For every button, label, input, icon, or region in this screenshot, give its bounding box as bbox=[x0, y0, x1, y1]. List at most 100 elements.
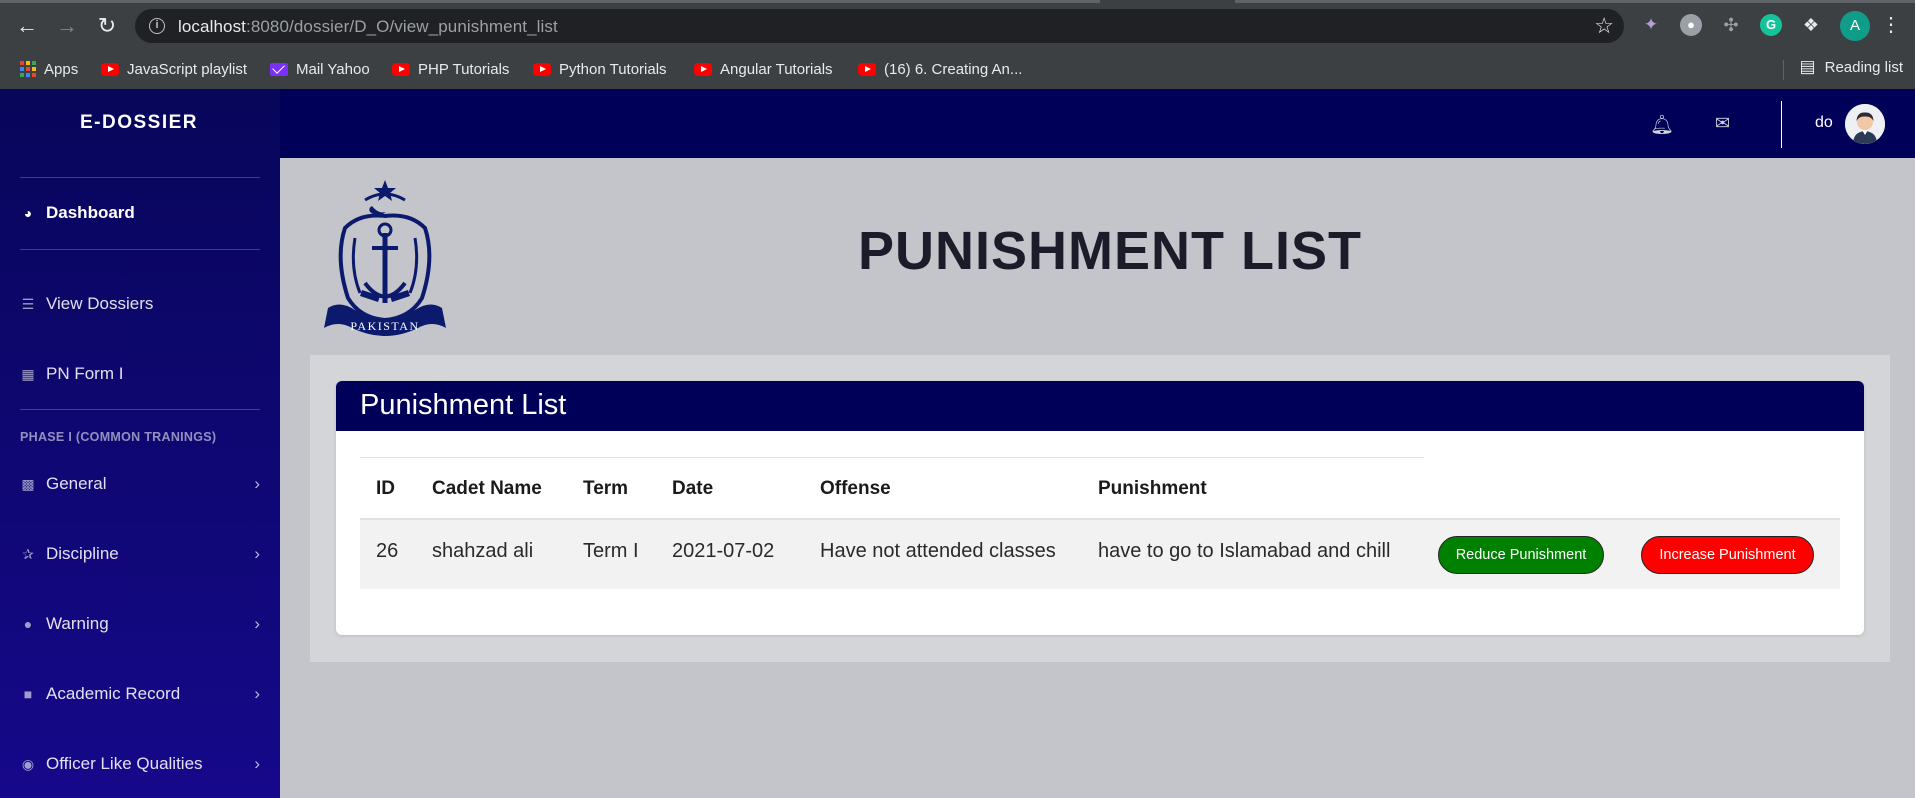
calendar-icon: ▦ bbox=[21, 365, 35, 382]
sidebar-divider bbox=[20, 409, 260, 410]
username[interactable]: do bbox=[1815, 114, 1833, 132]
bookmark-mail-yahoo[interactable]: Mail Yahoo bbox=[270, 57, 370, 81]
gauge-icon: ◕ bbox=[23, 205, 33, 221]
target-extension-icon[interactable]: ✣ bbox=[1720, 14, 1742, 36]
cell-id: 26 bbox=[376, 540, 399, 562]
top-navbar: 🔔︎ ✉ do bbox=[280, 89, 1915, 158]
tab-strip bbox=[1235, 0, 1915, 3]
chevron-right-icon: › bbox=[254, 754, 260, 773]
cell-offense: Have not attended classes bbox=[820, 540, 1056, 562]
bookmark-label: PHP Tutorials bbox=[418, 60, 510, 78]
youtube-icon bbox=[858, 62, 876, 76]
bookmark-label: JavaScript playlist bbox=[127, 60, 248, 78]
sidebar-item-label: Discipline bbox=[46, 544, 119, 563]
extension-circle-icon[interactable]: ● bbox=[1680, 14, 1702, 36]
avatar[interactable] bbox=[1845, 104, 1885, 144]
tab-strip bbox=[0, 0, 1100, 3]
sidebar-item-dashboard[interactable]: ◕ Dashboard bbox=[20, 198, 260, 228]
bookmark-star-icon[interactable]: ☆ bbox=[1594, 13, 1614, 39]
sidebar-item-label: PN Form I bbox=[46, 364, 124, 383]
sidebar-divider bbox=[20, 249, 260, 250]
cell-punishment: have to go to Islamabad and chill bbox=[1098, 540, 1391, 562]
address-bar[interactable]: i localhost:8080/dossier/D_O/view_punish… bbox=[135, 9, 1624, 43]
header-offense: Offense bbox=[820, 478, 891, 499]
sidebar-item-label: Warning bbox=[46, 614, 109, 633]
exclamation-circle-icon: ● bbox=[23, 616, 33, 632]
bookmark-angular-tutorials[interactable]: Angular Tutorials bbox=[694, 57, 833, 81]
apps-grid-icon bbox=[20, 61, 36, 77]
sidebar-item-label: Dashboard bbox=[46, 203, 135, 222]
chevron-right-icon: › bbox=[254, 474, 260, 493]
grammarly-icon[interactable]: G bbox=[1760, 14, 1782, 36]
reduce-punishment-button[interactable]: Reduce Punishment bbox=[1438, 536, 1604, 574]
cell-cadet-name: shahzad ali bbox=[432, 540, 534, 562]
chevron-right-icon: › bbox=[254, 684, 260, 703]
topbar-divider bbox=[1781, 101, 1782, 148]
running-icon: ✰ bbox=[22, 545, 34, 562]
bookmarks-divider bbox=[1783, 60, 1784, 80]
chevron-right-icon: › bbox=[254, 614, 260, 633]
sidebar-item-pn-form[interactable]: ▦ PN Form I bbox=[20, 359, 260, 389]
feather-extension-icon[interactable]: ✦ bbox=[1640, 14, 1662, 36]
sidebar-item-label: Officer Like Qualities bbox=[46, 754, 203, 773]
sidebar-item-officer-like-qualities[interactable]: ◉ Officer Like Qualities › bbox=[20, 749, 260, 779]
sidebar-item-label: General bbox=[46, 474, 107, 493]
book-icon: ■ bbox=[23, 686, 33, 702]
browser-toolbar: ← → ↻ i localhost:8080/dossier/D_O/view_… bbox=[0, 0, 1915, 89]
bookmark-label: Python Tutorials bbox=[559, 60, 667, 78]
table-row: 26 shahzad ali Term I 2021-07-02 Have no… bbox=[360, 520, 1840, 589]
sidebar-item-warning[interactable]: ● Warning › bbox=[20, 609, 260, 639]
medal-icon: ◉ bbox=[21, 755, 35, 772]
header-cadet-name: Cadet Name bbox=[432, 478, 542, 499]
bookmark-label: Angular Tutorials bbox=[720, 60, 833, 78]
reading-list-button[interactable]: ▤ Reading list bbox=[1800, 57, 1903, 77]
envelope-icon[interactable]: ✉ bbox=[1715, 113, 1730, 134]
bookmark-label: Apps bbox=[44, 60, 79, 78]
sidebar-item-view-dossiers[interactable]: ☰ View Dossiers bbox=[20, 289, 260, 319]
bookmark-creating-an[interactable]: (16) 6. Creating An... bbox=[858, 57, 1022, 81]
table-header-row: ID Cadet Name Term Date Offense Punishme… bbox=[360, 458, 1840, 520]
bookmark-label: (16) 6. Creating An... bbox=[884, 60, 1023, 78]
bookmark-php-tutorials[interactable]: PHP Tutorials bbox=[392, 57, 509, 81]
table-list-icon: ☰ bbox=[21, 295, 35, 312]
sidebar-item-general[interactable]: ▩ General › bbox=[20, 469, 260, 499]
youtube-icon bbox=[533, 62, 551, 76]
bookmark-python-tutorials[interactable]: Python Tutorials bbox=[533, 57, 667, 81]
chevron-right-icon: › bbox=[254, 544, 260, 563]
cell-date: 2021-07-02 bbox=[672, 540, 775, 562]
file-icon: ▩ bbox=[21, 475, 35, 492]
svg-text:PAKISTAN: PAKISTAN bbox=[350, 319, 419, 333]
sidebar-item-label: View Dossiers bbox=[46, 294, 154, 313]
yahoo-mail-icon bbox=[270, 62, 288, 76]
bell-icon[interactable]: 🔔︎ bbox=[1650, 113, 1674, 137]
reading-list-label: Reading list bbox=[1824, 58, 1903, 76]
bookmark-javascript-playlist[interactable]: JavaScript playlist bbox=[101, 57, 247, 81]
card-title: Punishment List bbox=[336, 381, 1864, 431]
more-menu-icon[interactable]: ⋮ bbox=[1880, 14, 1902, 36]
sidebar-item-label: Academic Record bbox=[46, 684, 181, 703]
bookmark-label: Mail Yahoo bbox=[296, 60, 370, 78]
youtube-icon bbox=[694, 62, 712, 76]
bookmarks-bar: Apps JavaScript playlist Mail Yahoo PHP … bbox=[0, 52, 1915, 89]
header-punishment: Punishment bbox=[1098, 478, 1207, 499]
sidebar-item-academic-record[interactable]: ■ Academic Record › bbox=[20, 679, 260, 709]
punishment-list-card: Punishment List ID Cadet Name Term Date … bbox=[336, 381, 1864, 635]
sidebar: E-DOSSIER ◕ Dashboard ☰ View Dossiers ▦ … bbox=[0, 89, 280, 798]
brand-logo-text[interactable]: E-DOSSIER bbox=[0, 89, 280, 157]
sidebar-section-heading: PHASE I (COMMON TRANINGS) bbox=[20, 430, 217, 444]
reading-list-icon: ▤ bbox=[1799, 57, 1816, 76]
bookmark-apps[interactable]: Apps bbox=[20, 57, 78, 81]
sidebar-item-discipline[interactable]: ✰ Discipline › bbox=[20, 539, 260, 569]
info-icon[interactable]: i bbox=[149, 18, 165, 34]
reload-icon[interactable]: ↻ bbox=[92, 11, 122, 41]
header-date: Date bbox=[672, 478, 714, 499]
header-term: Term bbox=[583, 478, 629, 499]
profile-avatar[interactable]: A bbox=[1840, 11, 1870, 41]
back-arrow-icon[interactable]: ← bbox=[12, 11, 42, 41]
page-title: PUNISHMENT LIST bbox=[857, 221, 1362, 281]
youtube-icon bbox=[392, 62, 410, 76]
header-id: ID bbox=[376, 478, 395, 499]
puzzle-extensions-icon[interactable]: ❖ bbox=[1800, 14, 1822, 36]
increase-punishment-button[interactable]: Increase Punishment bbox=[1641, 536, 1814, 574]
forward-arrow-icon[interactable]: → bbox=[52, 11, 82, 41]
